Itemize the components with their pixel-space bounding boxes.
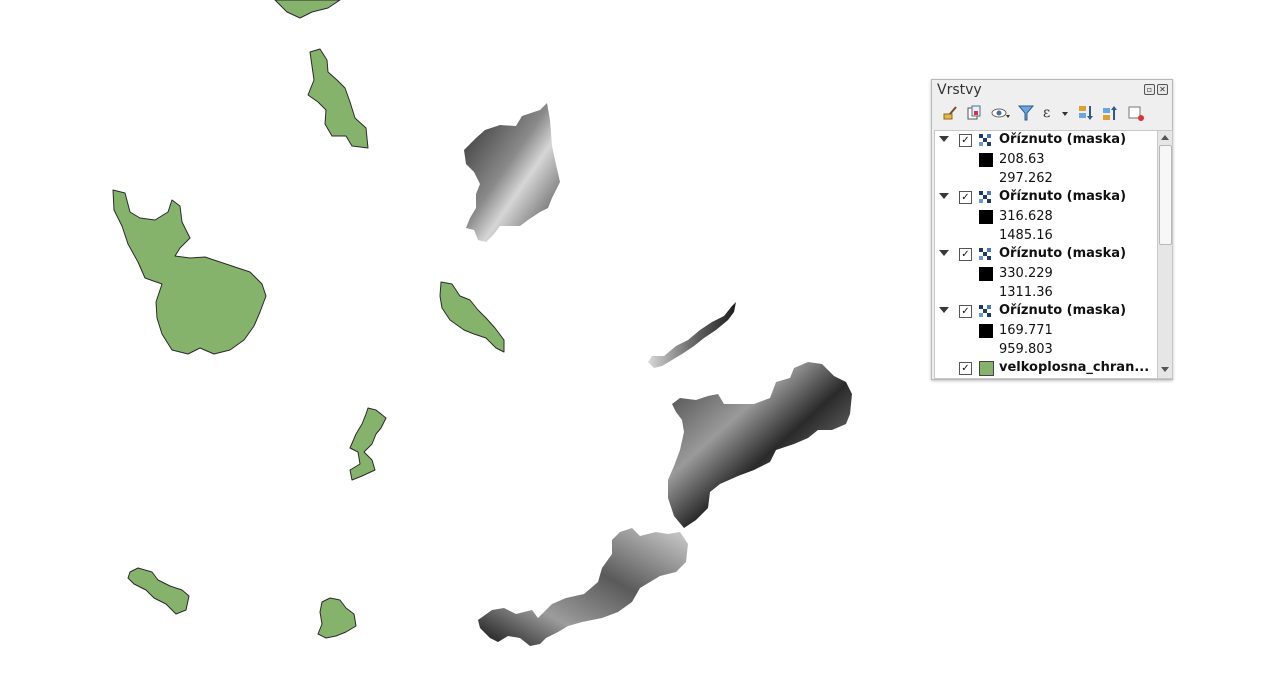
layers-panel: Vrstvy ▫ ✕ ε ✓ Oříznuto (maska) 208.63 2… — [931, 79, 1173, 380]
expand-all-icon[interactable] — [1076, 103, 1096, 123]
panel-titlebar[interactable]: Vrstvy ▫ ✕ — [932, 80, 1172, 100]
legend-swatch — [979, 324, 993, 338]
scroll-down-icon[interactable] — [1161, 367, 1169, 372]
elevation-raster-clip — [464, 103, 560, 242]
layer-name: Oříznuto (maska) — [999, 246, 1127, 261]
expand-arrow-icon[interactable] — [939, 250, 949, 256]
legend-item: 1311.36 — [935, 283, 1157, 302]
legend-value: 316.628 — [999, 209, 1053, 224]
legend-item: 297.262 — [935, 169, 1157, 188]
legend-item: 208.63 — [935, 150, 1157, 169]
legend-value: 330.229 — [999, 266, 1053, 281]
legend-value: 1311.36 — [999, 285, 1053, 300]
expand-arrow-icon[interactable] — [939, 307, 949, 313]
legend-swatch — [979, 267, 993, 281]
legend-item: 316.628 — [935, 207, 1157, 226]
layer-visibility-checkbox[interactable]: ✓ — [959, 248, 972, 261]
vector-layer-swatch — [979, 361, 994, 376]
protected-area-polygon — [274, 0, 341, 19]
legend-item: 1485.16 — [935, 226, 1157, 245]
legend-value: 297.262 — [999, 171, 1053, 186]
svg-text:ε: ε — [1043, 105, 1050, 121]
elevation-raster-clip — [668, 362, 852, 528]
protected-area-polygon — [112, 189, 267, 355]
expression-filter-icon[interactable]: ε — [1040, 103, 1068, 123]
expand-arrow-icon[interactable] — [939, 136, 949, 142]
raster-layer-icon — [979, 305, 992, 318]
legend-item: 330.229 — [935, 264, 1157, 283]
layers-toolbar: ε — [936, 103, 1168, 125]
layer-name: Oříznuto (maska) — [999, 303, 1127, 318]
tree-scrollbar[interactable] — [1157, 130, 1173, 379]
close-icon[interactable]: ✕ — [1157, 84, 1168, 95]
layer-visibility-checkbox[interactable]: ✓ — [959, 362, 972, 375]
legend-item: 169.771 — [935, 321, 1157, 340]
protected-area-polygon — [307, 48, 369, 149]
expand-arrow-icon[interactable] — [939, 193, 949, 199]
layer-name: Oříznuto (maska) — [999, 132, 1127, 147]
protected-area-polygon — [349, 407, 387, 481]
raster-layer-icon — [979, 191, 992, 204]
raster-layer-icon — [979, 248, 992, 261]
layer-name: Oříznuto (maska) — [999, 189, 1127, 204]
add-group-icon[interactable] — [964, 103, 984, 123]
layers-tree[interactable]: ✓ Oříznuto (maska) 208.63 297.262 ✓ Oříz… — [934, 130, 1158, 379]
collapse-all-icon[interactable] — [1100, 103, 1120, 123]
remove-layer-icon[interactable] — [1126, 103, 1146, 123]
legend-value: 169.771 — [999, 323, 1053, 338]
panel-title: Vrstvy — [937, 82, 982, 98]
layer-visibility-checkbox[interactable]: ✓ — [959, 305, 972, 318]
elevation-raster-clip — [648, 302, 736, 368]
layer-row[interactable]: ✓ Oříznuto (maska) — [935, 188, 1157, 207]
layer-row[interactable]: ✓ Oříznuto (maska) — [935, 131, 1157, 150]
layer-row[interactable]: ✓ Oříznuto (maska) — [935, 245, 1157, 264]
legend-item: 959.803 — [935, 340, 1157, 359]
elevation-raster-clip — [478, 528, 688, 646]
protected-area-polygon — [439, 281, 505, 353]
protected-area-polygon — [127, 567, 190, 615]
visibility-eye-icon[interactable] — [990, 103, 1010, 123]
scroll-up-icon[interactable] — [1161, 135, 1169, 140]
filter-icon[interactable] — [1016, 103, 1036, 123]
layer-row[interactable]: ✓ Oříznuto (maska) — [935, 302, 1157, 321]
restore-icon[interactable]: ▫ — [1144, 84, 1155, 95]
layer-visibility-checkbox[interactable]: ✓ — [959, 134, 972, 147]
legend-value: 1485.16 — [999, 228, 1053, 243]
raster-layer-icon — [979, 134, 992, 147]
layer-name: velkoplosna_chran... — [999, 360, 1150, 375]
legend-value: 208.63 — [999, 152, 1045, 167]
legend-value: 959.803 — [999, 342, 1053, 357]
layer-visibility-checkbox[interactable]: ✓ — [959, 191, 972, 204]
legend-swatch — [979, 210, 993, 224]
layer-row[interactable]: ✓ velkoplosna_chran... — [935, 359, 1157, 378]
protected-area-polygon — [317, 597, 357, 639]
legend-swatch — [979, 153, 993, 167]
scrollbar-thumb[interactable] — [1159, 145, 1172, 245]
style-brush-icon[interactable] — [940, 103, 960, 123]
